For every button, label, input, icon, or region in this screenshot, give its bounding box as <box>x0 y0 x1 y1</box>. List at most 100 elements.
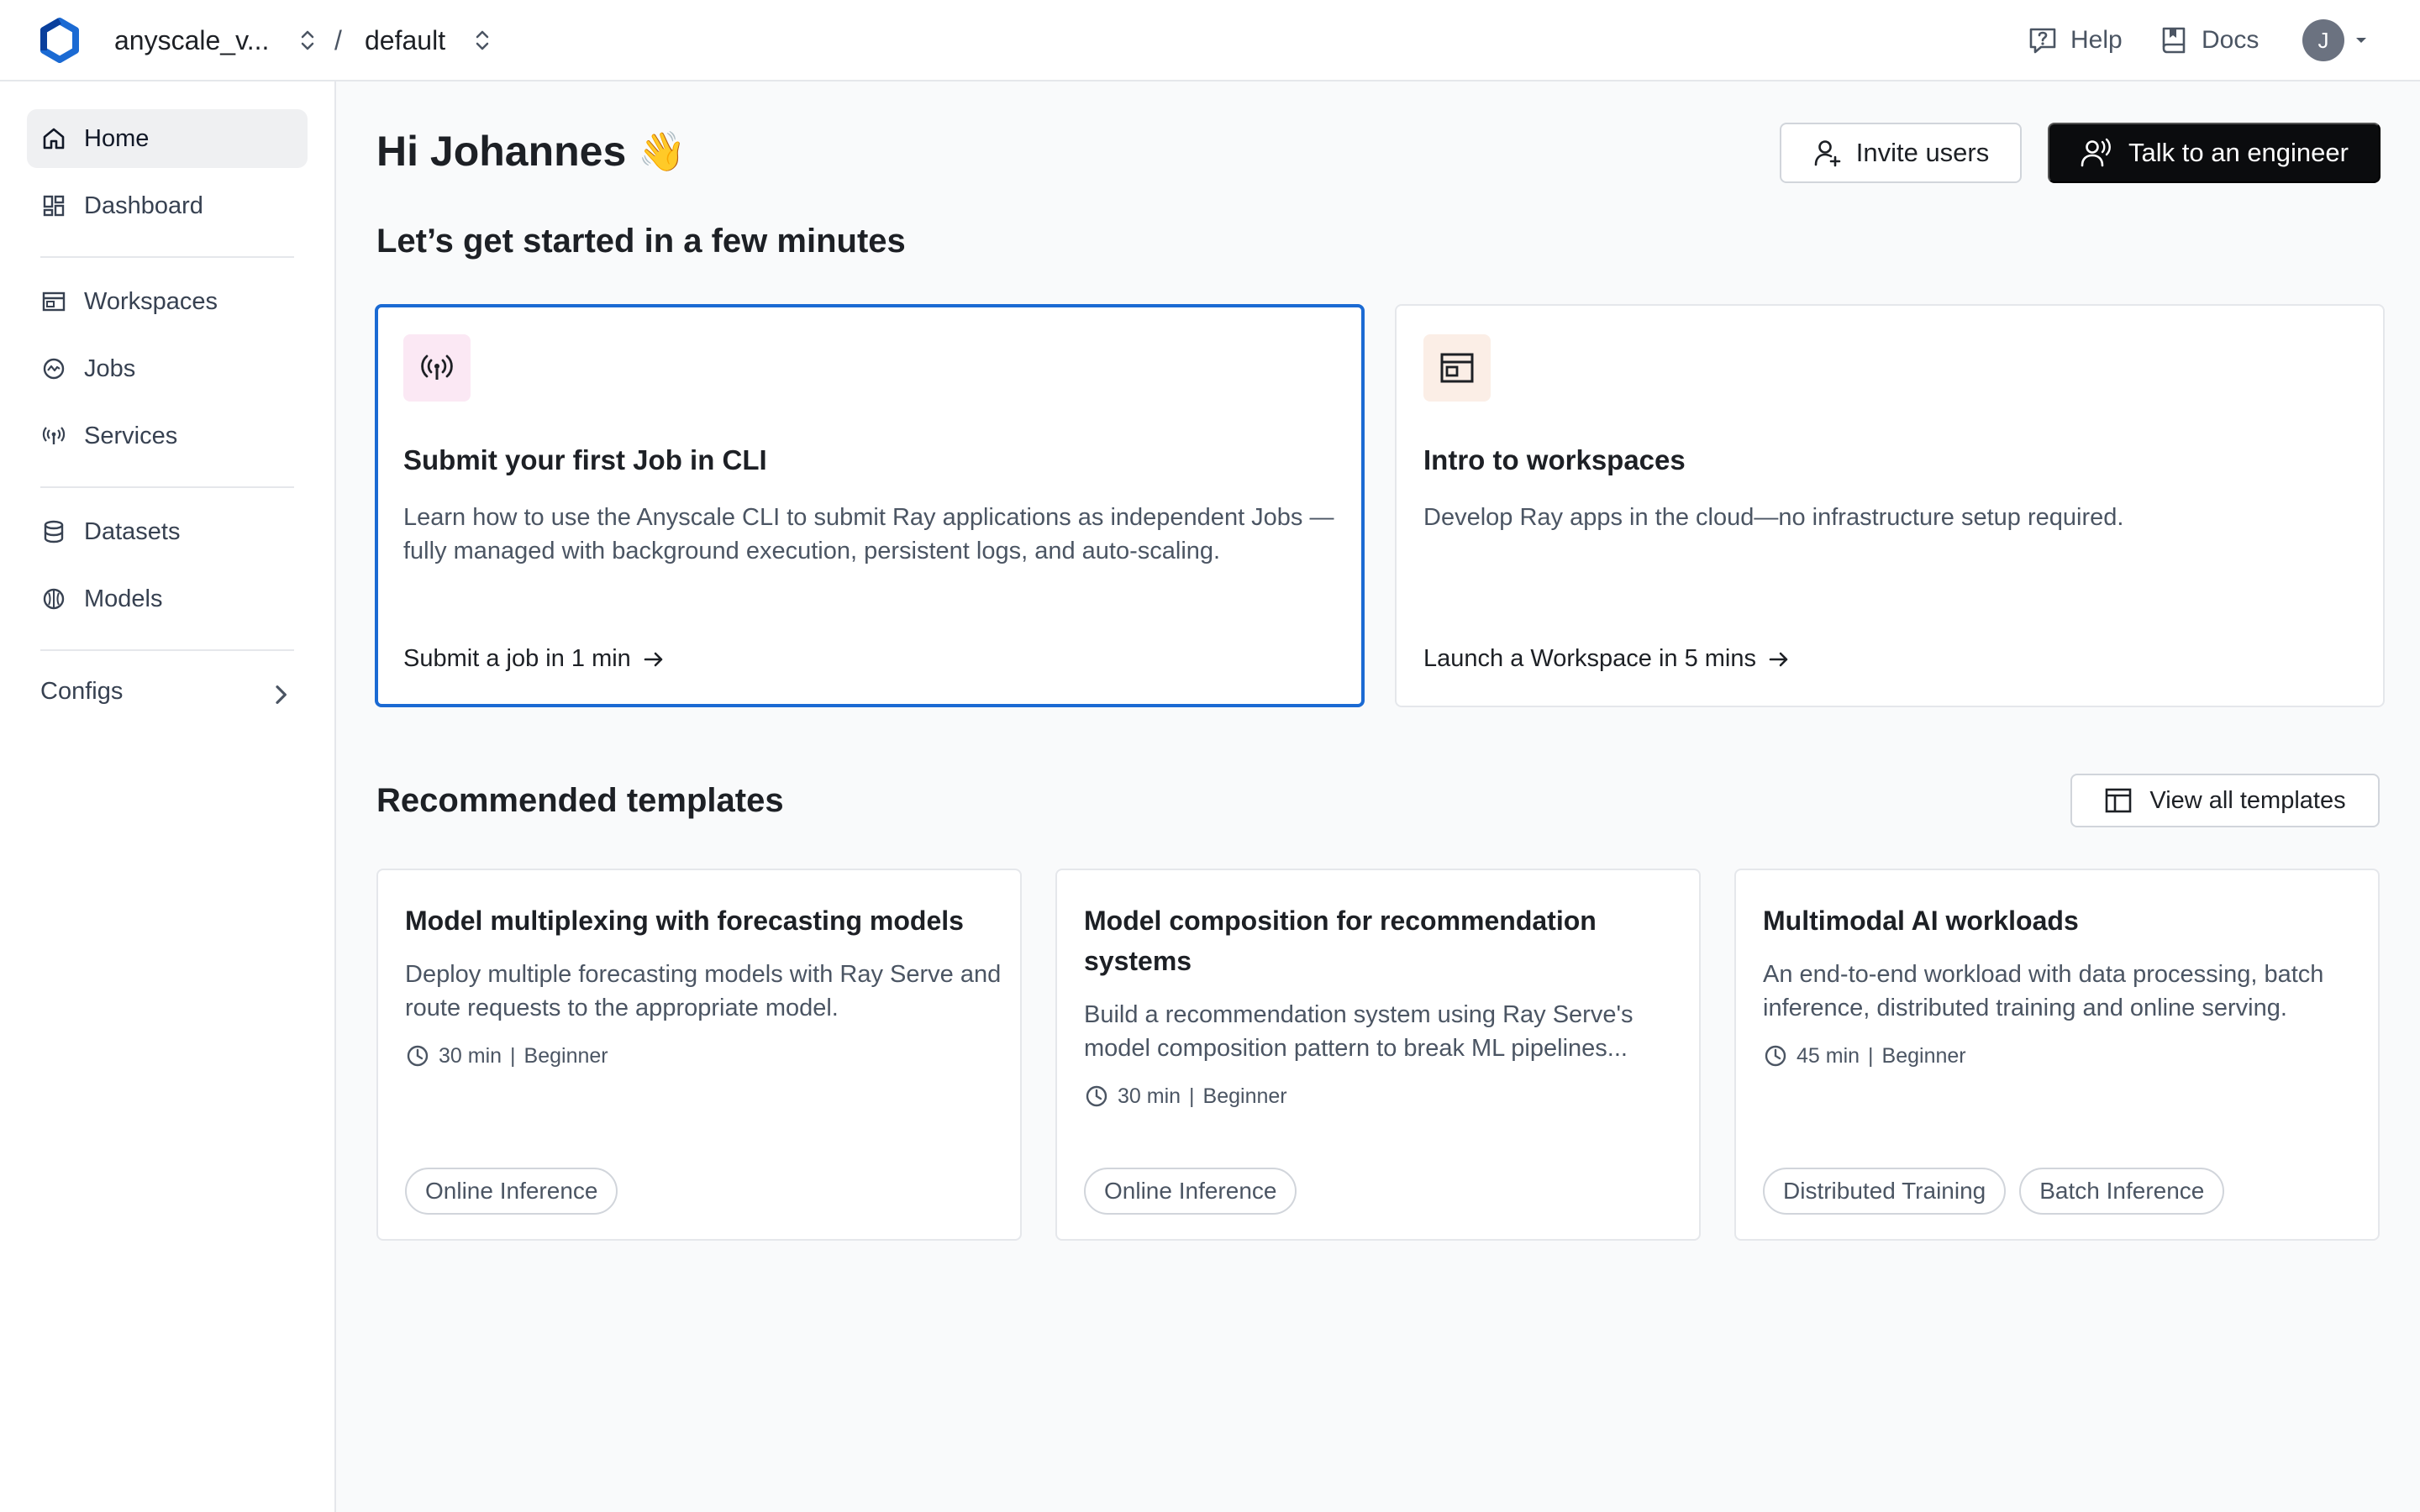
card-icon-box <box>403 334 471 402</box>
org-name[interactable]: anyscale_v... <box>114 24 269 57</box>
help-label: Help <box>2070 26 2123 54</box>
user-plus-icon <box>1814 140 1841 167</box>
template-card[interactable]: Model composition for recommendation sys… <box>1055 869 1701 1241</box>
sidebar-item-label: Datasets <box>84 517 181 545</box>
caret-down-icon[interactable] <box>2353 34 2370 46</box>
template-tags: Online Inference <box>1084 1168 1297 1215</box>
card-title: Submit your first Job in CLI <box>403 444 767 475</box>
template-duration: 45 min <box>1797 1043 1860 1068</box>
tag-batch-inference[interactable]: Batch Inference <box>2019 1168 2225 1215</box>
card-description: Learn how to use the Anyscale CLI to sub… <box>403 504 1334 564</box>
user-avatar[interactable]: J <box>2302 19 2344 61</box>
greeting-text: Hi Johannes <box>376 128 627 175</box>
recommended-templates-heading: Recommended templates <box>376 782 784 819</box>
breadcrumb-separator: / <box>334 25 342 55</box>
intro-workspaces-card[interactable]: Intro to workspaces Develop Ray apps in … <box>1395 304 2385 707</box>
sidebar-item-dashboard[interactable]: Dashboard <box>27 176 308 235</box>
tag-online-inference[interactable]: Online Inference <box>1084 1168 1297 1215</box>
talk-to-engineer-label: Talk to an engineer <box>2128 138 2349 167</box>
template-description: Deploy multiple forecasting models with … <box>405 961 1002 1021</box>
dashboard-icon <box>43 195 65 217</box>
sidebar-item-label: Configs <box>40 677 124 705</box>
meta-separator: | <box>510 1043 516 1068</box>
template-title: Model composition for recommendation sys… <box>1084 906 1597 976</box>
user-voice-icon <box>2081 138 2111 167</box>
services-icon <box>42 427 66 444</box>
home-icon <box>43 128 65 150</box>
template-tags: Online Inference <box>405 1168 618 1215</box>
datasets-icon <box>44 520 64 543</box>
top-bar: anyscale_v... / default Help Docs J <box>0 0 2420 81</box>
arrow-right-icon <box>644 652 663 666</box>
sidebar-item-label: Jobs <box>84 354 136 382</box>
sidebar-item-label: Models <box>84 585 163 612</box>
getting-started-heading: Let’s get started in a few minutes <box>376 223 906 260</box>
template-meta: 30 min | Beginner <box>405 1043 608 1068</box>
card-title: Intro to workspaces <box>1423 444 1686 475</box>
template-title: Model multiplexing with forecasting mode… <box>405 906 964 936</box>
view-all-templates-button[interactable]: View all templates <box>2070 774 2380 827</box>
sidebar-item-home[interactable]: Home <box>27 109 308 168</box>
invite-users-label: Invite users <box>1855 138 1990 167</box>
launch-workspace-link[interactable]: Launch a Workspace in 5 mins <box>1423 645 1791 673</box>
submit-job-link[interactable]: Submit a job in 1 min <box>403 645 666 673</box>
sidebar-item-label: Workspaces <box>84 287 218 315</box>
submit-job-card[interactable]: Submit your first Job in CLI Learn how t… <box>375 304 1365 707</box>
template-description: Build a recommendation system using Ray … <box>1084 1001 1634 1062</box>
workspace-window-icon <box>1440 353 1474 383</box>
sidebar-item-label: Dashboard <box>84 192 203 219</box>
template-card[interactable]: Multimodal AI workloads An end-to-end wo… <box>1734 869 2380 1241</box>
sidebar: Home Dashboard Workspaces Jobs Services … <box>0 81 336 1512</box>
project-switcher-icon[interactable] <box>472 26 492 55</box>
template-meta: 30 min | Beginner <box>1084 1084 1287 1109</box>
sidebar-divider <box>40 486 294 488</box>
arrow-right-icon <box>1769 652 1788 666</box>
card-link-label: Submit a job in 1 min <box>403 645 631 672</box>
help-icon <box>2029 28 2056 54</box>
template-tags: Distributed Training Batch Inference <box>1763 1168 2225 1215</box>
template-level: Beginner <box>1881 1043 1966 1068</box>
avatar-initial: J <box>2317 27 2329 53</box>
sidebar-item-configs[interactable]: Configs <box>27 662 308 721</box>
tag-distributed-training[interactable]: Distributed Training <box>1763 1168 2007 1215</box>
sidebar-item-jobs[interactable]: Jobs <box>27 339 308 398</box>
models-icon <box>43 588 65 610</box>
clock-icon <box>1765 1045 1786 1067</box>
template-duration: 30 min <box>439 1043 502 1068</box>
waving-hand-emoji: 👋 <box>638 129 687 173</box>
view-all-templates-label: View all templates <box>2149 786 2346 814</box>
sidebar-item-datasets[interactable]: Datasets <box>27 502 308 561</box>
sidebar-item-models[interactable]: Models <box>27 570 308 628</box>
meta-separator: | <box>1189 1084 1195 1108</box>
template-card[interactable]: Model multiplexing with forecasting mode… <box>376 869 1022 1241</box>
template-title: Multimodal AI workloads <box>1763 906 2079 936</box>
sidebar-item-label: Home <box>84 124 150 152</box>
clock-icon <box>407 1045 429 1067</box>
chevron-right-icon <box>276 685 287 704</box>
clock-icon <box>1086 1085 1107 1107</box>
docs-link[interactable]: Docs <box>2158 21 2259 60</box>
sidebar-divider <box>40 649 294 651</box>
org-switcher-icon[interactable] <box>297 26 318 55</box>
meta-separator: | <box>1868 1043 1874 1068</box>
template-level: Beginner <box>523 1043 608 1068</box>
docs-label: Docs <box>2202 26 2260 54</box>
template-meta: 45 min | Beginner <box>1763 1043 1966 1068</box>
tag-online-inference[interactable]: Online Inference <box>405 1168 618 1215</box>
help-link[interactable]: Help <box>2027 21 2123 60</box>
anyscale-logo-icon[interactable] <box>37 18 82 63</box>
template-icon <box>2106 788 2132 813</box>
sidebar-divider <box>40 256 294 258</box>
template-description: An end-to-end workload with data process… <box>1763 961 2324 1021</box>
talk-to-engineer-button[interactable]: Talk to an engineer <box>2048 123 2381 183</box>
book-icon <box>2162 27 2186 54</box>
sidebar-item-services[interactable]: Services <box>27 407 308 465</box>
jobs-icon <box>43 358 65 380</box>
template-level: Beginner <box>1202 1084 1287 1108</box>
card-link-label: Launch a Workspace in 5 mins <box>1423 645 1757 672</box>
invite-users-button[interactable]: Invite users <box>1780 123 2022 183</box>
page-title: Hi Johannes 👋 <box>376 126 687 176</box>
template-duration: 30 min <box>1118 1084 1181 1108</box>
sidebar-item-workspaces[interactable]: Workspaces <box>27 272 308 331</box>
project-name[interactable]: default <box>365 24 445 57</box>
